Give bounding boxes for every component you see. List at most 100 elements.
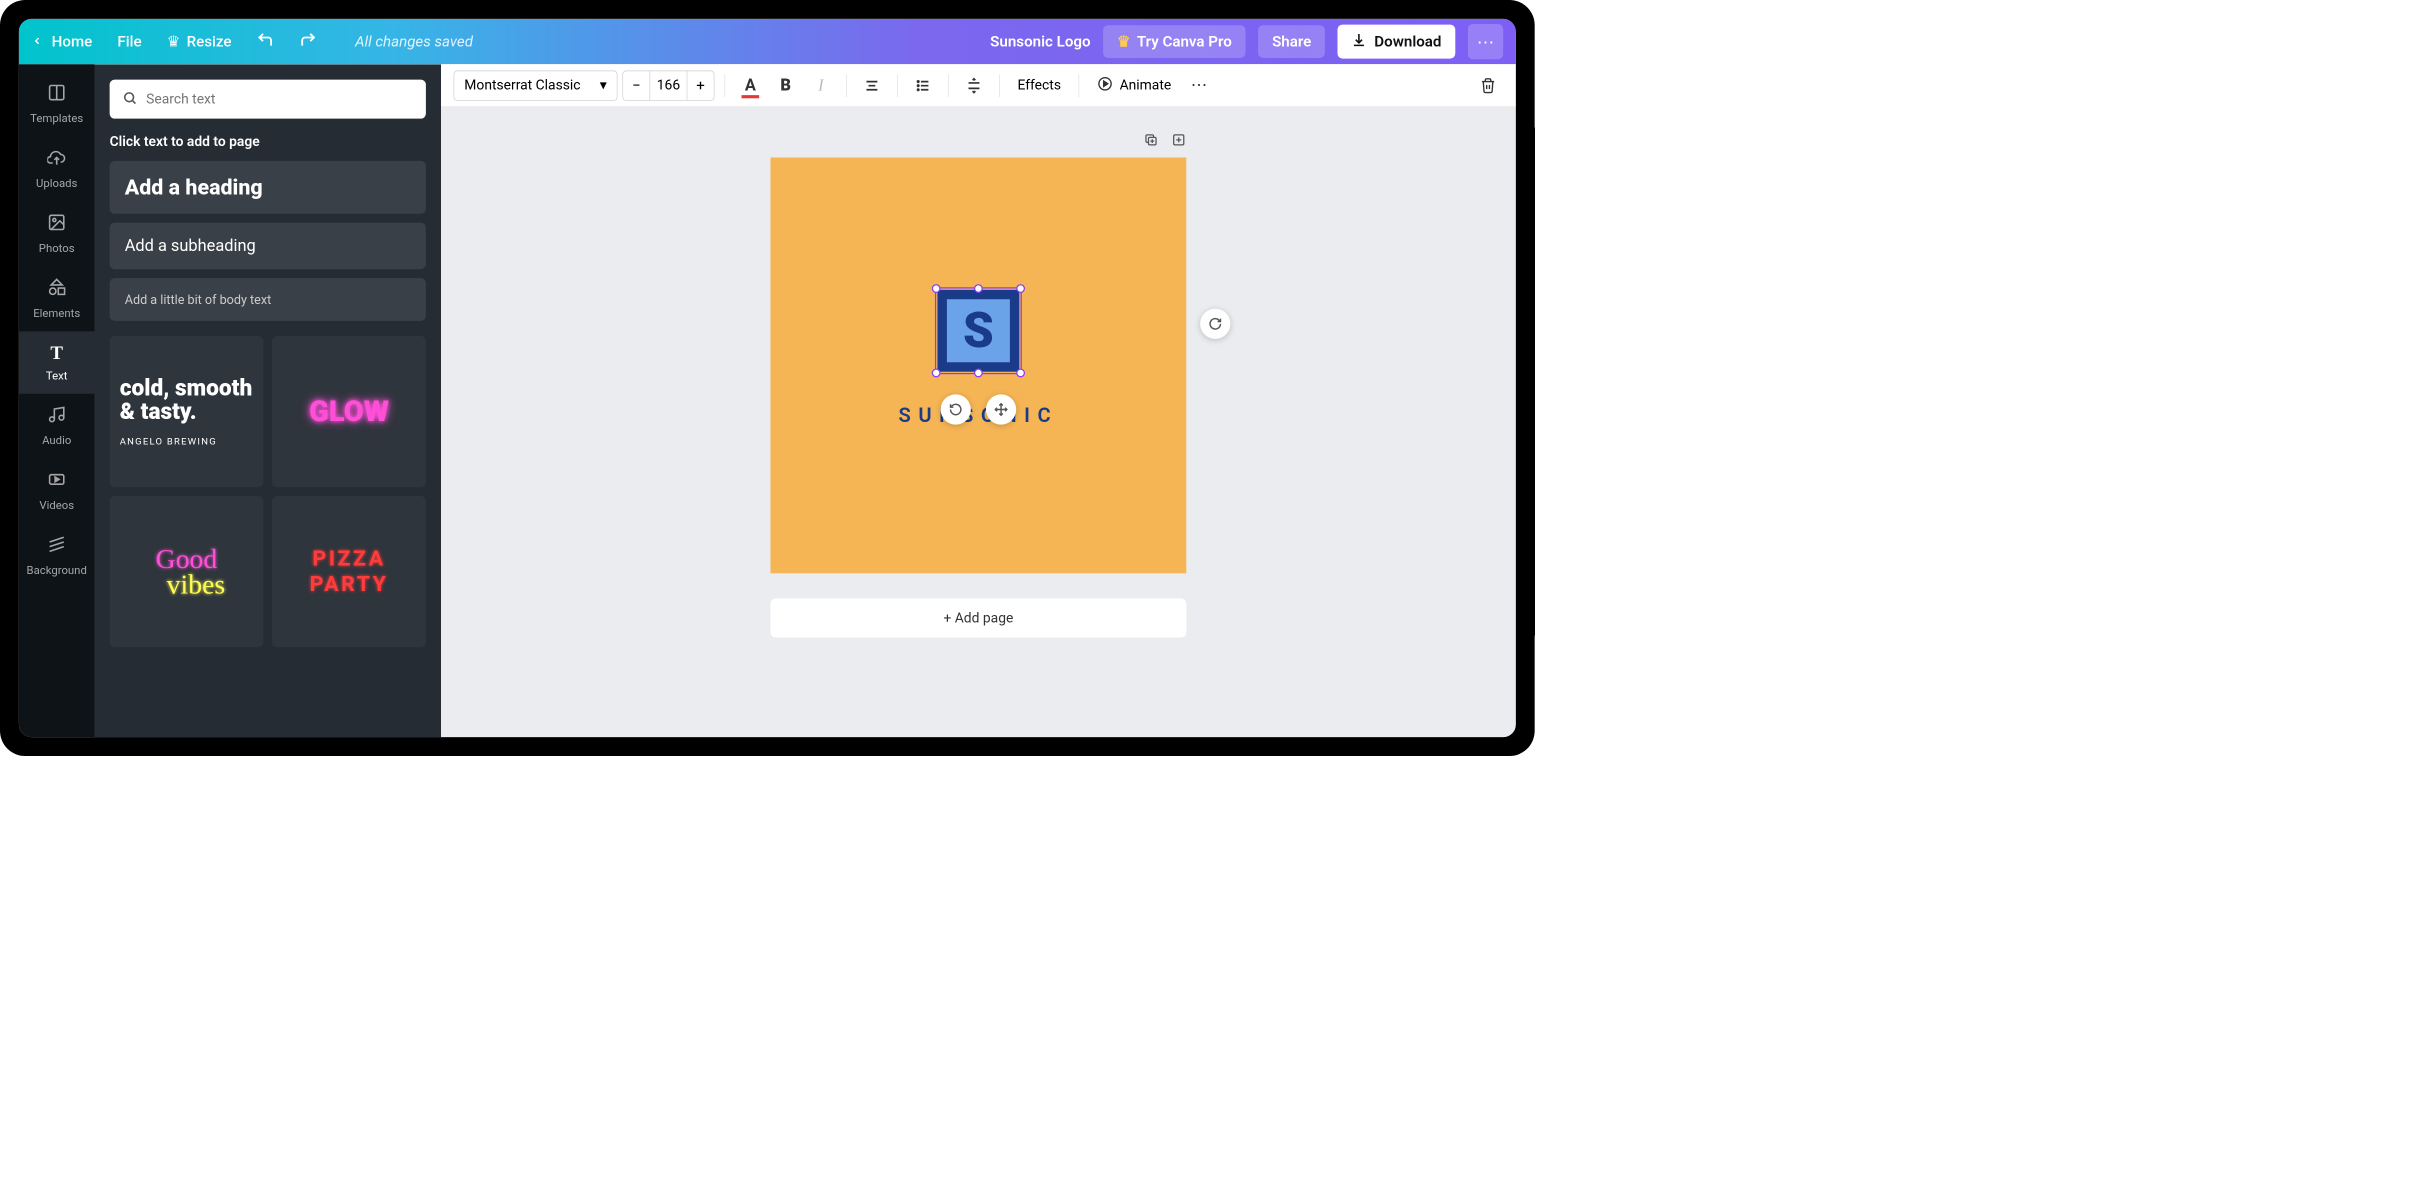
align-button[interactable] [857,70,887,100]
italic-button[interactable]: I [806,70,836,100]
delete-button[interactable] [1473,70,1503,100]
shapes-icon [47,278,66,302]
combo3-text-b: vibes [167,568,226,600]
add-page-icon-button[interactable] [1171,132,1186,151]
text-toolbar: Montserrat Classic ▾ − 166 + A B I [441,64,1516,107]
font-size-value[interactable]: 166 [650,70,688,100]
font-combo-4[interactable]: PIZZA PARTY [272,496,426,647]
search-icon [122,90,137,108]
font-combo-3[interactable]: Good vibes [110,496,264,647]
panel-hint: Click text to add to page [110,134,426,150]
pattern-icon [47,535,66,559]
video-icon [47,470,66,494]
editor-area: Montserrat Classic ▾ − 166 + A B I [441,64,1516,737]
rail-elements[interactable]: Elements [19,266,95,331]
more-menu-button[interactable]: ⋯ [1468,24,1503,59]
share-button[interactable]: Share [1258,25,1325,58]
chevron-down-icon: ▾ [600,77,607,93]
page-tools [770,132,1186,151]
rail-text[interactable]: T Text [19,331,95,393]
resize-handle-br[interactable] [1016,369,1025,378]
combo2-text: GLOW [309,394,389,428]
search-input[interactable] [146,91,413,107]
home-button[interactable]: Home [32,33,93,51]
refresh-button[interactable] [1200,309,1230,339]
top-menubar: Home File ♛ Resize All changes saved Sun… [19,19,1516,64]
rail-text-label: Text [46,369,68,382]
rotate-handle[interactable] [941,394,971,424]
rail-videos-label: Videos [39,499,74,512]
collapse-panel-button[interactable]: ◂ [438,401,441,451]
left-rail: Templates Uploads Photos Elements T Text… [19,64,95,737]
rail-photos[interactable]: Photos [19,202,95,267]
font-size-stepper: − 166 + [622,70,714,100]
download-button[interactable]: Download [1338,25,1456,59]
redo-button[interactable] [300,31,318,52]
file-menu[interactable]: File [117,33,141,51]
add-subheading-button[interactable]: Add a subheading [110,222,426,269]
more-toolbar-button[interactable]: ⋯ [1184,70,1214,100]
font-combo-2[interactable]: GLOW [272,336,426,487]
rail-audio-label: Audio [42,434,71,447]
resize-handle-bl[interactable] [932,369,941,378]
music-icon [47,405,66,429]
combo4-text: PIZZA PARTY [282,546,416,597]
rail-videos[interactable]: Videos [19,459,95,524]
crown-icon: ♛ [167,33,181,51]
download-icon [1352,32,1367,51]
move-handle[interactable] [986,394,1016,424]
chevron-left-icon [32,33,43,51]
spacing-button[interactable] [959,70,989,100]
duplicate-page-button[interactable] [1143,132,1158,151]
logo-text[interactable]: SUNSONIC [899,403,1059,427]
font-family-select[interactable]: Montserrat Classic ▾ [454,70,618,100]
font-size-increase[interactable]: + [687,70,713,100]
font-combo-1[interactable]: cold, smooth & tasty. ANGELO BREWING [110,336,264,487]
combo1-sub: ANGELO BREWING [120,435,217,446]
text-color-button[interactable]: A [735,70,765,100]
resize-button[interactable]: ♛ Resize [167,33,232,51]
image-icon [47,213,66,237]
rail-elements-label: Elements [33,307,80,320]
rail-templates[interactable]: Templates [19,72,95,137]
text-icon: T [50,343,63,364]
combo1-main: cold, smooth & tasty. [120,376,254,424]
download-label: Download [1374,33,1441,51]
try-pro-button[interactable]: ♛ Try Canva Pro [1103,25,1245,58]
font-family-label: Montserrat Classic [464,77,580,93]
text-panel: Click text to add to page Add a heading … [95,64,442,737]
resize-handle-bm[interactable] [974,369,983,378]
separator [725,74,726,97]
font-size-decrease[interactable]: − [623,70,649,100]
effects-button[interactable]: Effects [1010,77,1069,93]
list-button[interactable] [908,70,938,100]
search-box[interactable] [110,79,426,118]
add-heading-button[interactable]: Add a heading [110,161,426,214]
logo-element[interactable]: S [937,290,1019,372]
dots-icon: ⋯ [1477,31,1495,52]
animate-icon [1097,75,1113,95]
document-title[interactable]: Sunsonic Logo [990,33,1090,51]
try-pro-label: Try Canva Pro [1137,33,1232,51]
text-color-swatch [742,95,760,98]
selection-box [935,287,1022,374]
separator [1079,74,1080,97]
undo-button[interactable] [257,31,275,52]
resize-handle-tr[interactable] [1016,284,1025,293]
resize-handle-tl[interactable] [932,284,941,293]
add-body-text-button[interactable]: Add a little bit of body text [110,278,426,321]
bold-button[interactable]: B [770,70,800,100]
save-status: All changes saved [355,33,473,51]
rail-uploads-label: Uploads [36,177,77,190]
resize-label: Resize [187,33,232,51]
canvas-page[interactable]: S SUNSONIC [770,158,1186,574]
animate-button[interactable]: Animate [1089,75,1178,95]
separator [948,74,949,97]
resize-handle-tm[interactable] [974,284,983,293]
text-color-a-icon: A [745,76,756,95]
rail-background[interactable]: Background [19,524,95,589]
add-page-button[interactable]: + Add page [770,599,1186,638]
rail-audio[interactable]: Audio [19,394,95,459]
rail-uploads[interactable]: Uploads [19,137,95,202]
rail-photos-label: Photos [39,242,75,255]
